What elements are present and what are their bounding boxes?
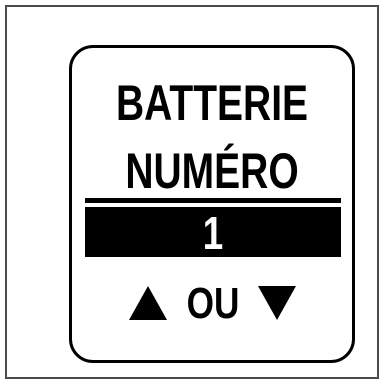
gauge-display-screen: BATTERIE NUMÉRO 1 OU: [69, 45, 355, 363]
title-line-battery: BATTERIE: [115, 75, 309, 131]
selected-value-bar[interactable]: 1: [85, 207, 341, 259]
title-line-number: NUMÉRO: [125, 143, 299, 199]
up-arrow-icon[interactable]: [129, 286, 167, 320]
title-divider: [85, 198, 341, 203]
down-arrow-icon[interactable]: [258, 286, 296, 320]
navigation-hint-row: OU: [72, 276, 352, 332]
outer-frame: BATTERIE NUMÉRO 1 OU: [5, 5, 379, 379]
or-label: OU: [186, 279, 240, 328]
battery-number-value: 1: [202, 207, 224, 259]
